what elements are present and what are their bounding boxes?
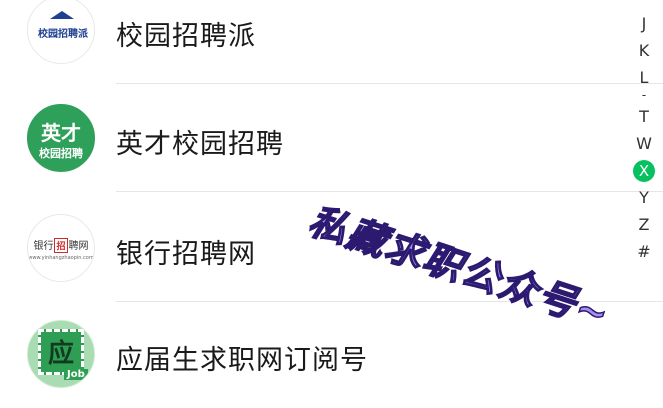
contact-name: 英才校园招聘 xyxy=(116,129,284,160)
index-letter[interactable]: T xyxy=(633,103,655,130)
list-item[interactable]: 英才 校园招聘 英才校园招聘 xyxy=(0,84,663,192)
index-letter[interactable]: - xyxy=(633,89,655,103)
index-letter[interactable]: W xyxy=(633,130,655,157)
avatar-logo-text: 校园招聘派 xyxy=(38,29,88,40)
avatar-badge: Job xyxy=(64,369,88,380)
contact-name: 应届生求职网订阅号 xyxy=(116,345,368,376)
index-letter[interactable]: K xyxy=(633,37,655,64)
graduation-cap-icon xyxy=(50,11,74,19)
avatar-logo-text: 应 xyxy=(47,339,74,369)
list-item[interactable]: 校园招聘派 校园招聘派 xyxy=(0,0,663,84)
avatar-logo-url: www.yinhangzhaopin.com xyxy=(28,255,94,261)
avatar-logo-text: 英才 xyxy=(41,121,81,145)
index-letter[interactable]: Y xyxy=(633,184,655,211)
avatar: 英才 校园招聘 xyxy=(27,104,95,172)
contact-name: 校园招聘派 xyxy=(116,21,256,52)
avatar: 银行招聘网 www.yinhangzhaopin.com xyxy=(27,214,95,282)
avatar-logo-text: 银行招聘网 xyxy=(30,237,92,253)
divider xyxy=(116,191,663,192)
index-letter[interactable]: Z xyxy=(633,211,655,238)
index-letter[interactable]: # xyxy=(633,238,655,265)
avatar: 应 Job xyxy=(27,320,95,388)
index-letter[interactable]: L xyxy=(633,64,655,91)
avatar: 校园招聘派 xyxy=(27,0,95,64)
index-letter[interactable]: J xyxy=(633,10,655,37)
alphabet-index-bar[interactable]: J K L - T W X Y Z # xyxy=(633,10,655,265)
avatar-logo-subtext: 校园招聘 xyxy=(39,147,83,160)
index-letter-active[interactable]: X xyxy=(633,157,655,184)
contact-name: 银行招聘网 xyxy=(116,239,256,270)
